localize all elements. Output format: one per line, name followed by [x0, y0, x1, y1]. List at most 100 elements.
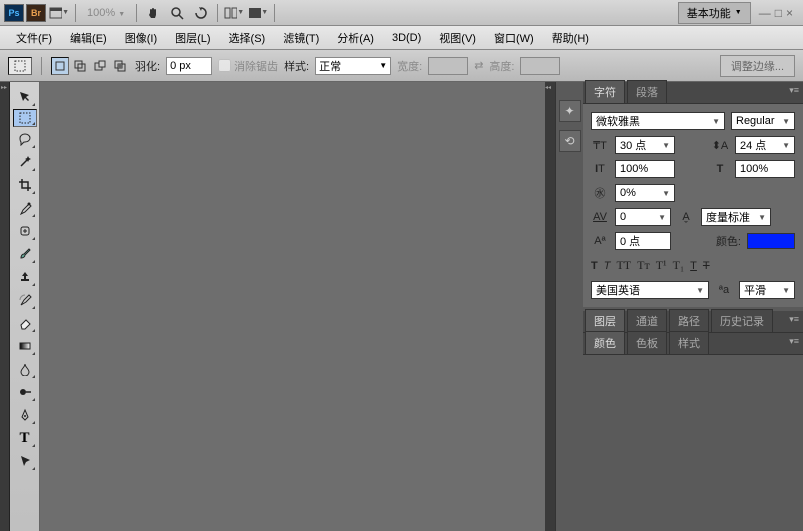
crop-tool[interactable]: [13, 174, 37, 196]
antialias-select[interactable]: 平滑▼: [739, 281, 795, 299]
magic-wand-tool[interactable]: [13, 151, 37, 173]
character-panel: 微软雅黑▼ Regular▼ ₸T 30 点▼ ⬍A 24 点▼ IT 100%…: [583, 104, 803, 307]
underline-icon[interactable]: T: [690, 258, 697, 273]
tracking-select[interactable]: 0%▼: [615, 184, 675, 202]
baseline-icon: Aª: [591, 233, 609, 249]
path-selection-tool[interactable]: [13, 450, 37, 472]
tab-layers[interactable]: 图层: [585, 309, 625, 332]
screen-mode2-icon[interactable]: ▼: [247, 3, 269, 23]
lasso-tool[interactable]: [13, 128, 37, 150]
selection-intersect-icon[interactable]: [111, 57, 129, 75]
width-label: 宽度:: [397, 58, 422, 74]
menu-select[interactable]: 选择(S): [221, 27, 274, 49]
arrange-docs-icon[interactable]: ▼: [223, 3, 245, 23]
menu-analysis[interactable]: 分析(A): [329, 27, 382, 49]
menu-edit[interactable]: 编辑(E): [62, 27, 115, 49]
tab-color[interactable]: 颜色: [585, 331, 625, 354]
hscale-icon: T: [711, 161, 729, 177]
healing-brush-tool[interactable]: [13, 220, 37, 242]
strikethrough-icon[interactable]: T: [703, 258, 710, 273]
tab-swatches[interactable]: 色板: [627, 331, 667, 354]
feather-input[interactable]: [166, 57, 212, 75]
bridge-icon[interactable]: Br: [26, 4, 46, 22]
history-brush-tool[interactable]: [13, 289, 37, 311]
smallcaps-icon[interactable]: Tᴛ: [637, 258, 650, 273]
minimize-icon[interactable]: —: [759, 6, 771, 20]
allcaps-icon[interactable]: TT: [616, 258, 631, 273]
eraser-tool[interactable]: [13, 312, 37, 334]
screen-mode-icon[interactable]: ▼: [48, 3, 70, 23]
options-bar: 羽化: 消除锯齿 样式: 正常▼ 宽度: ⇄ 高度: 调整边缘...: [0, 50, 803, 82]
brush-tool[interactable]: [13, 243, 37, 265]
tab-styles[interactable]: 样式: [669, 331, 709, 354]
font-family-select[interactable]: 微软雅黑▼: [591, 112, 725, 130]
maximize-icon[interactable]: □: [775, 6, 782, 20]
marquee-tool[interactable]: [13, 109, 37, 127]
tab-history[interactable]: 历史记录: [711, 309, 773, 332]
rotate-view-icon[interactable]: [190, 3, 212, 23]
tab-paragraph[interactable]: 段落: [627, 80, 667, 103]
metrics-icon: A̬: [677, 209, 695, 225]
font-size-select[interactable]: 30 点▼: [615, 136, 675, 154]
antialias-icon: ªa: [715, 282, 733, 298]
photoshop-icon: Ps: [4, 4, 24, 22]
menu-layer[interactable]: 图层(L): [167, 27, 218, 49]
tool-preset-icon[interactable]: [8, 57, 32, 75]
height-input: [520, 57, 560, 75]
selection-new-icon[interactable]: [51, 57, 69, 75]
toolbox: T: [10, 82, 40, 531]
workspace-switcher[interactable]: 基本功能▼: [678, 2, 751, 24]
canvas-area[interactable]: [40, 82, 545, 531]
faux-italic-icon[interactable]: T: [604, 258, 611, 273]
height-label: 高度:: [489, 58, 514, 74]
rail-clone-icon[interactable]: ⟲: [559, 130, 581, 152]
zoom-level[interactable]: 100% ▼: [81, 7, 131, 19]
clone-stamp-tool[interactable]: [13, 266, 37, 288]
eyedropper-tool[interactable]: [13, 197, 37, 219]
refine-edge-button[interactable]: 调整边缘...: [720, 55, 795, 77]
panel-rail: ✦ ⟲: [555, 82, 583, 531]
tab-paths[interactable]: 路径: [669, 309, 709, 332]
vscale-input[interactable]: 100%: [615, 160, 675, 178]
text-color-swatch[interactable]: [747, 233, 795, 249]
tab-channels[interactable]: 通道: [627, 309, 667, 332]
subscript-icon[interactable]: T₁: [673, 258, 685, 273]
blur-tool[interactable]: [13, 358, 37, 380]
superscript-icon[interactable]: T¹: [656, 258, 667, 273]
selection-add-icon[interactable]: [71, 57, 89, 75]
move-tool[interactable]: [13, 86, 37, 108]
gradient-tool[interactable]: [13, 335, 37, 357]
menu-window[interactable]: 窗口(W): [486, 27, 542, 49]
collapsed-panel-body: [583, 355, 803, 531]
kerning-icon: AV: [591, 209, 609, 225]
menu-help[interactable]: 帮助(H): [544, 27, 597, 49]
menu-view[interactable]: 视图(V): [431, 27, 484, 49]
font-weight-select[interactable]: Regular▼: [731, 112, 795, 130]
selection-mode-group: [51, 57, 129, 75]
type-tool[interactable]: T: [13, 427, 37, 449]
hand-tool-icon[interactable]: [142, 3, 164, 23]
window-controls: — □ ×: [753, 6, 799, 20]
selection-subtract-icon[interactable]: [91, 57, 109, 75]
leading-icon: ⬍A: [711, 137, 729, 153]
menu-filter[interactable]: 滤镜(T): [275, 27, 327, 49]
metrics-select[interactable]: 度量标准▼: [701, 208, 771, 226]
menu-image[interactable]: 图像(I): [117, 27, 165, 49]
right-dock-edge[interactable]: [545, 82, 555, 531]
kerning-select[interactable]: 0▼: [615, 208, 671, 226]
close-icon[interactable]: ×: [786, 6, 793, 20]
left-dock-edge[interactable]: [0, 82, 10, 531]
leading-select[interactable]: 24 点▼: [735, 136, 795, 154]
faux-bold-icon[interactable]: T: [591, 258, 598, 273]
rail-brushes-icon[interactable]: ✦: [559, 100, 581, 122]
language-select[interactable]: 美国英语▼: [591, 281, 709, 299]
dodge-tool[interactable]: [13, 381, 37, 403]
tab-character[interactable]: 字符: [585, 80, 625, 103]
zoom-tool-icon[interactable]: [166, 3, 188, 23]
hscale-input[interactable]: 100%: [735, 160, 795, 178]
menu-file[interactable]: 文件(F): [8, 27, 60, 49]
style-select[interactable]: 正常▼: [315, 57, 391, 75]
menu-3d[interactable]: 3D(D): [384, 29, 429, 47]
pen-tool[interactable]: [13, 404, 37, 426]
baseline-input[interactable]: 0 点: [615, 232, 671, 250]
